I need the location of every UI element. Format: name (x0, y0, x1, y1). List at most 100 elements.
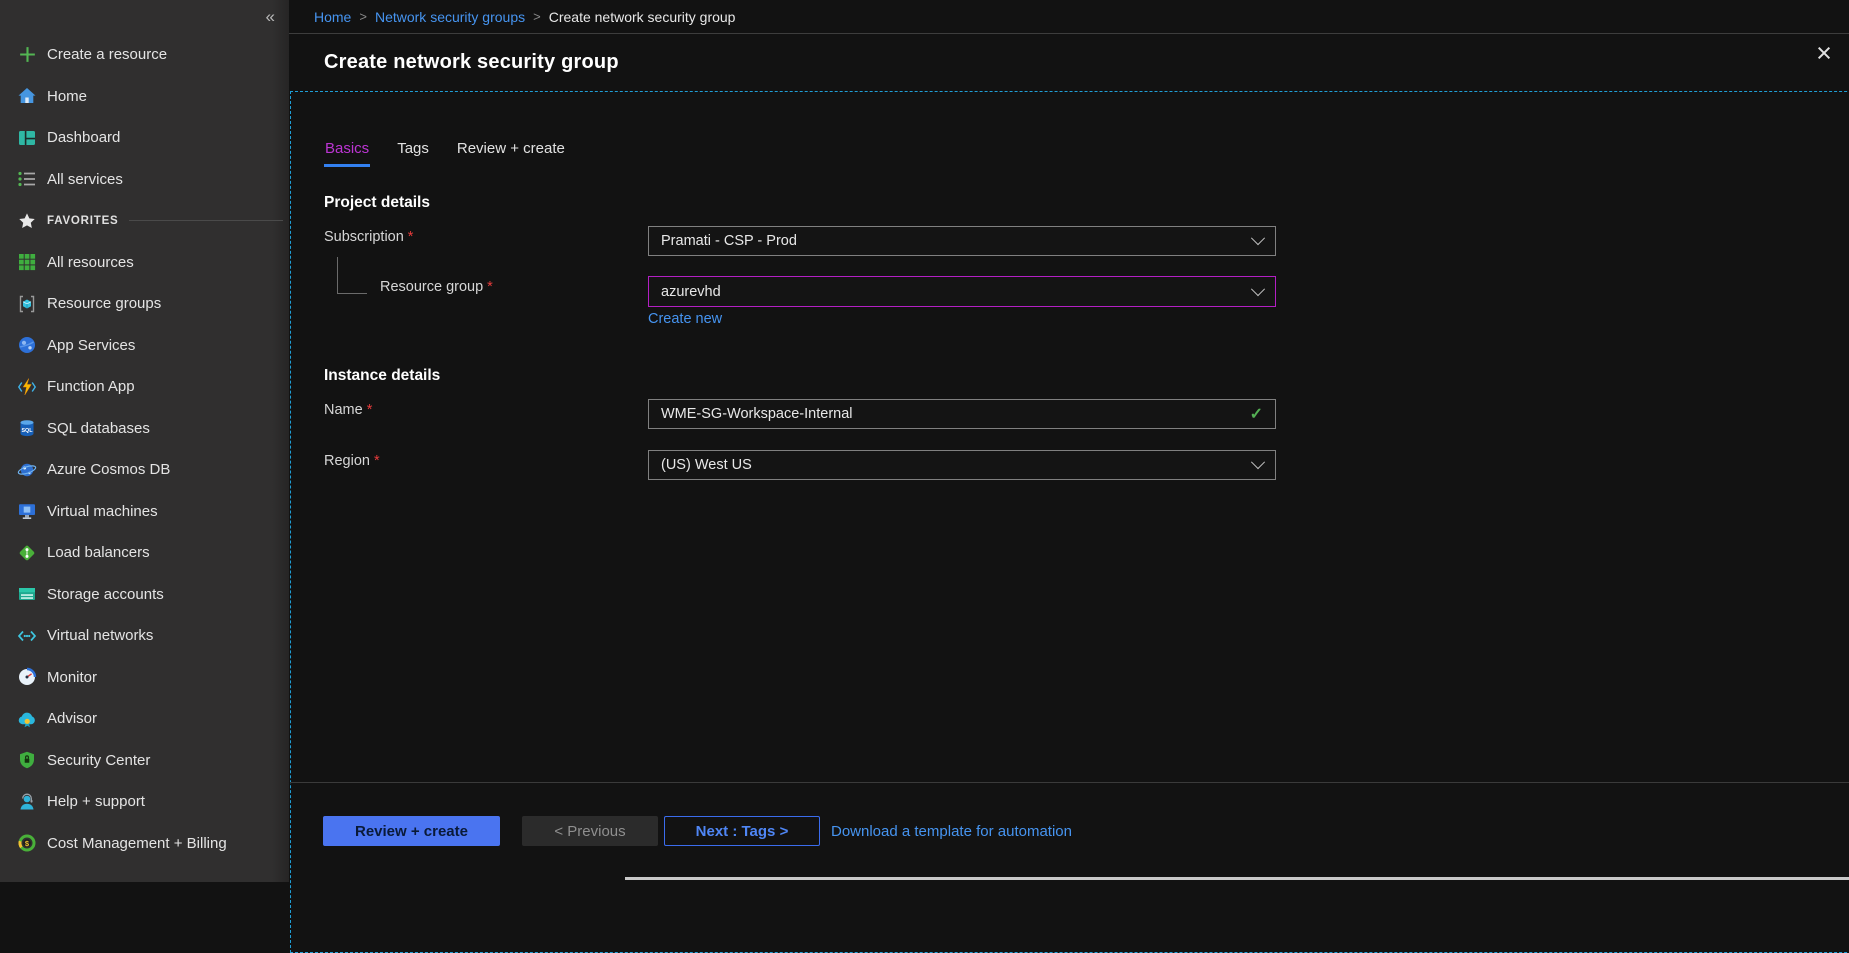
sidebar-item-function-app[interactable]: Function App (0, 366, 289, 408)
name-label: Name* (324, 402, 372, 418)
required-asterisk: * (367, 402, 373, 418)
chevron-down-icon (1251, 282, 1265, 296)
sidebar-item-home[interactable]: Home (0, 76, 289, 118)
tab-basics[interactable]: Basics (324, 140, 370, 167)
sidebar-item-label: Monitor (47, 669, 97, 686)
sidebar-item-azure-cosmos-db[interactable]: Azure Cosmos DB (0, 449, 289, 491)
tab-review-create[interactable]: Review + create (456, 140, 566, 167)
sidebar-item-label: Dashboard (47, 129, 120, 146)
cosmos-db-icon (16, 459, 38, 481)
sidebar-item-monitor[interactable]: Monitor (0, 657, 289, 699)
sidebar-item-dashboard[interactable]: Dashboard (0, 117, 289, 159)
sidebar-item-label: Virtual networks (47, 627, 153, 644)
sidebar-item-label: Cost Management + Billing (47, 835, 227, 852)
sidebar-item-resource-groups[interactable]: Resource groups (0, 283, 289, 325)
star-icon (16, 210, 38, 232)
name-value: WME-SG-Workspace-Internal (661, 406, 853, 422)
all-services-icon (16, 168, 38, 190)
sidebar-collapse-button[interactable]: « (0, 0, 289, 34)
tab-tags[interactable]: Tags (396, 140, 430, 167)
sidebar-item-all-resources[interactable]: All resources (0, 242, 289, 284)
main-panel: Home > Network security groups > Create netw… (289, 0, 1849, 882)
sidebar-item-label: Security Center (47, 752, 150, 769)
sidebar-item-sql-databases[interactable]: SQL SQL databases (0, 408, 289, 450)
sidebar-item-load-balancers[interactable]: Load balancers (0, 532, 289, 574)
horizontal-scrollbar[interactable] (625, 877, 1849, 880)
sidebar-item-all-services[interactable]: All services (0, 159, 289, 201)
sidebar-item-advisor[interactable]: Advisor (0, 698, 289, 740)
create-resource-icon (16, 44, 38, 66)
breadcrumb-separator: > (533, 9, 541, 24)
field-connector-line (337, 257, 367, 294)
tab-bar: Basics Tags Review + create (324, 140, 566, 167)
sidebar-item-security-center[interactable]: Security Center (0, 740, 289, 782)
help-support-icon (16, 791, 38, 813)
close-icon[interactable]: × (1807, 38, 1841, 70)
resource-group-label: Resource group* (380, 279, 493, 295)
breadcrumb-link-home[interactable]: Home (314, 9, 351, 25)
sidebar-item-cost-management-billing[interactable]: $ Cost Management + Billing (0, 823, 289, 865)
required-asterisk: * (408, 229, 414, 245)
project-details-heading: Project details (324, 194, 430, 212)
page-title: Create network security group (324, 51, 619, 74)
security-center-icon (16, 749, 38, 771)
sidebar-section-favorites: FAVORITES (0, 200, 289, 242)
breadcrumb-separator: > (359, 9, 367, 24)
previous-button[interactable]: < Previous (522, 816, 658, 846)
sidebar-item-label: Function App (47, 378, 135, 395)
sidebar-item-label: Load balancers (47, 544, 150, 561)
cost-management-icon: $ (16, 832, 38, 854)
chevron-down-icon (1251, 231, 1265, 245)
monitor-icon (16, 666, 38, 688)
instance-details-heading: Instance details (324, 367, 440, 385)
blade-titlebar: Create network security group (289, 34, 1849, 91)
sidebar-item-virtual-networks[interactable]: Virtual networks (0, 615, 289, 657)
sql-databases-icon: SQL (16, 417, 38, 439)
download-template-link[interactable]: Download a template for automation (831, 823, 1072, 840)
sidebar-item-label: SQL databases (47, 420, 150, 437)
region-select[interactable]: (US) West US (648, 450, 1276, 480)
collapse-chevrons-icon: « (266, 7, 275, 27)
footer-divider (290, 782, 1849, 783)
section-divider (129, 220, 283, 221)
breadcrumb: Home>Network security groups>Create netw… (289, 0, 1849, 34)
subscription-select[interactable]: Pramati - CSP - Prod (648, 226, 1276, 256)
virtual-networks-icon (16, 625, 38, 647)
sidebar-item-label: Resource groups (47, 295, 161, 312)
required-asterisk: * (374, 453, 380, 469)
sidebar-item-label: All resources (47, 254, 134, 271)
storage-accounts-icon (16, 583, 38, 605)
name-input[interactable]: WME-SG-Workspace-Internal ✓ (648, 399, 1276, 429)
sidebar-item-storage-accounts[interactable]: Storage accounts (0, 574, 289, 616)
region-value: (US) West US (661, 457, 752, 473)
sidebar-item-label: Help + support (47, 793, 145, 810)
sidebar-item-label: All services (47, 171, 123, 188)
sidebar-item-label: Storage accounts (47, 586, 164, 603)
next-tags-button[interactable]: Next : Tags > (664, 816, 820, 846)
sidebar-item-label: Create a resource (47, 46, 167, 63)
resource-group-value: azurevhd (661, 284, 721, 300)
resource-group-select[interactable]: azurevhd (648, 276, 1276, 307)
sidebar-item-virtual-machines[interactable]: Virtual machines (0, 491, 289, 533)
home-icon (16, 85, 38, 107)
review-create-button[interactable]: Review + create (323, 816, 500, 846)
sidebar-item-help-support[interactable]: Help + support (0, 781, 289, 823)
subscription-label: Subscription* (324, 229, 413, 245)
sidebar-item-label: Virtual machines (47, 503, 158, 520)
sidebar-item-app-services[interactable]: App Services (0, 325, 289, 367)
chevron-down-icon (1251, 455, 1265, 469)
load-balancers-icon (16, 542, 38, 564)
region-label: Region* (324, 453, 380, 469)
all-resources-icon (16, 251, 38, 273)
sidebar-item-label: Home (47, 88, 87, 105)
sidebar: « Create a resource Home Dashboard All serv… (0, 0, 289, 882)
sidebar-item-label: Advisor (47, 710, 97, 727)
sidebar-nav: Create a resource Home Dashboard All servic… (0, 34, 289, 864)
sidebar-item-label: Azure Cosmos DB (47, 461, 170, 478)
virtual-machines-icon (16, 500, 38, 522)
breadcrumb-link-network-security-groups[interactable]: Network security groups (375, 9, 525, 25)
required-asterisk: * (487, 279, 493, 295)
sidebar-item-create-a-resource[interactable]: Create a resource (0, 34, 289, 76)
create-new-link[interactable]: Create new (648, 311, 722, 327)
sidebar-item-label: App Services (47, 337, 135, 354)
